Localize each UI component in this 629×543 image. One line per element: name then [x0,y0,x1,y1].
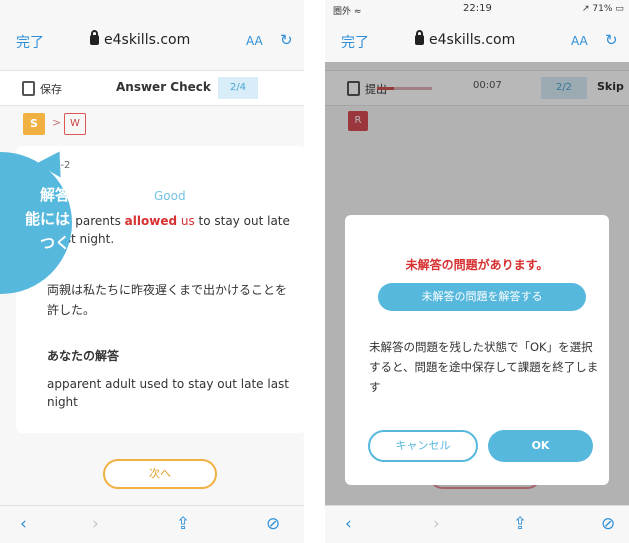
url-field[interactable]: e4skills.com [415,30,565,48]
save-icon[interactable] [22,81,35,96]
text-size-button[interactable]: AA [571,34,588,48]
browser-toolbar: ‹ › ⇪ ⊘ [0,505,304,543]
cancel-button[interactable]: キャンセル [368,430,478,462]
status-bar: 圏外 ≈ 22:19 ↗ 71% ▭ [325,0,629,22]
highlighted-word: allowed [124,214,178,228]
modal-overlay[interactable]: 未解答の問題があります。 未解答の問題を解答する 未解答の問題を残した状態で「O… [325,62,629,505]
your-answer-text: apparent adult used to stay out late las… [47,377,290,409]
compass-icon[interactable]: ⊘ [266,514,280,534]
app-header: 保存 Answer Check 2/4 [0,70,304,106]
step-s-badge[interactable]: S [23,113,45,135]
back-icon[interactable]: ‹ [345,514,352,534]
share-icon[interactable]: ⇪ [513,514,527,534]
forward-icon[interactable]: › [433,514,440,534]
left-phone-screen: 完了 e4skills.com AA ↻ 保存 Answer Check 2/4… [0,0,304,543]
forward-icon[interactable]: › [92,514,99,534]
clock-text: 22:19 [463,3,492,14]
result-label: Good [154,189,186,203]
done-button[interactable]: 完了 [341,32,369,52]
carrier-text: 圏外 ≈ [333,7,362,17]
reload-icon[interactable]: ↻ [605,31,618,49]
translation-text: 両親は私たちに昨夜遅くまで出かけることを許した。 [47,283,288,317]
dialog-title: 未解答の問題があります。 [405,258,549,272]
save-button[interactable]: 保存 [40,81,62,97]
url-text: e4skills.com [429,32,516,48]
page-indicator: 2/4 [218,77,258,99]
back-icon[interactable]: ‹ [20,514,27,534]
compass-icon[interactable]: ⊘ [601,514,615,534]
model-sentence: My parents allowed us to stay out late l… [54,214,290,246]
url-text: e4skills.com [104,32,191,48]
ok-button[interactable]: OK [488,430,593,462]
answer-unanswered-button[interactable]: 未解答の問題を解答する [378,283,586,311]
next-button[interactable]: 次へ [103,459,217,489]
browser-bar: 完了 e4skills.com AA ↻ [0,22,304,62]
lock-icon [90,30,99,45]
unanswered-dialog: 未解答の問題があります。 未解答の問題を解答する 未解答の問題を残した状態で「O… [345,215,609,485]
dialog-message: 未解答の問題を残した状態で「OK」を選択すると、問題を途中保存して課題を終了しま… [369,340,599,394]
lock-icon [415,30,424,45]
browser-bar: 完了 e4skills.com AA ↻ [325,22,629,62]
browser-toolbar: ‹ › ⇪ ⊘ [325,505,629,543]
your-answer-heading: あなたの解答 [47,349,120,363]
text-size-button[interactable]: AA [246,34,263,48]
share-icon[interactable]: ⇪ [176,514,190,534]
right-phone-screen: 圏外 ≈ 22:19 ↗ 71% ▭ 完了 e4skills.com AA ↻ … [325,0,629,543]
reload-icon[interactable]: ↻ [280,31,293,49]
page-title: Answer Check [116,80,211,94]
done-button[interactable]: 完了 [16,32,44,52]
step-w-badge[interactable]: W [64,113,86,135]
url-field[interactable]: e4skills.com [90,30,240,48]
battery-text: ↗ 71% ▭ [582,4,624,14]
step-arrow-icon: > [52,116,62,129]
tooltip-text: 解答 能には つく [24,186,70,252]
